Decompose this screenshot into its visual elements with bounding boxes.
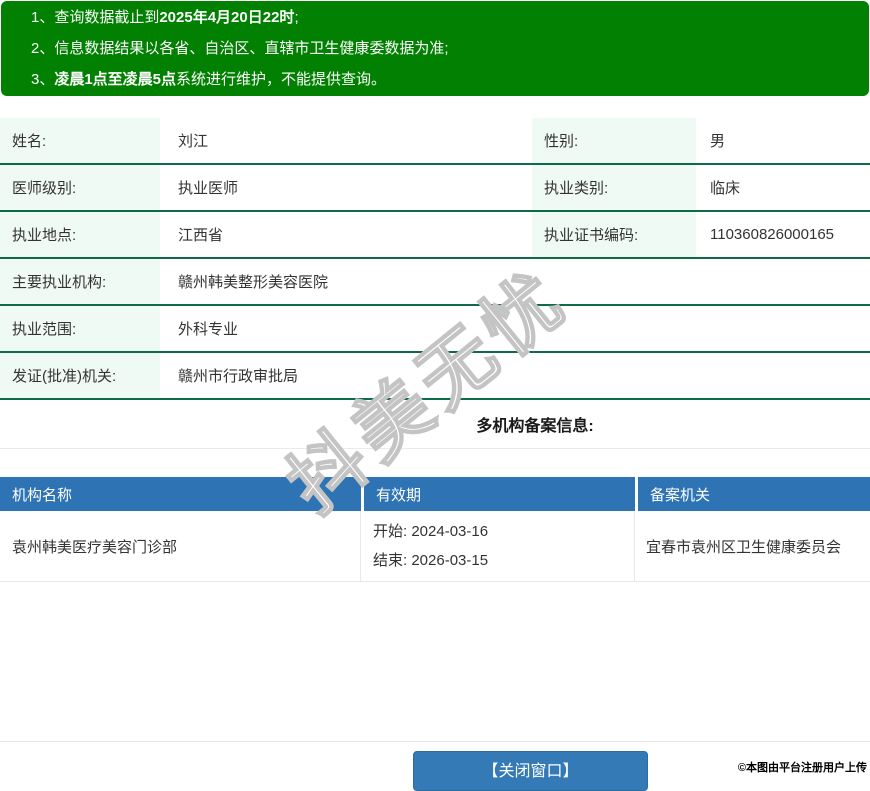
filing-header-org-name: 机构名称 [0, 477, 361, 511]
field-label-doctor-level: 医师级别: [0, 165, 160, 210]
notice-1-bold: 2025年4月20日22时 [159, 9, 295, 26]
notice-3-bold: 凌晨1点至凌晨5点 [54, 71, 177, 88]
notice-banner: 1、查询数据截止到2025年4月20日22时; 2、信息数据结果以各省、自治区、… [1, 1, 869, 96]
notice-2-text: 2、信息数据结果以各省、自治区、直辖市卫生健康委数据为准; [31, 40, 449, 57]
filing-table: 机构名称 有效期 备案机关 袁州韩美医疗美容门诊部 开始: 2024-03-16… [0, 477, 870, 582]
field-label-name: 姓名: [0, 118, 160, 163]
filing-period-start: 开始: 2024-03-16 [373, 523, 489, 540]
field-value-doctor-level: 执业医师 [178, 180, 239, 197]
field-label-gender: 性别: [532, 118, 696, 163]
field-label-license-number: 执业证书编码: [532, 212, 696, 257]
profile-row-practice-scope: 执业范围: 外科专业 [0, 306, 870, 353]
filing-table-row: 袁州韩美医疗美容门诊部 开始: 2024-03-16 结束: 2026-03-1… [0, 511, 870, 582]
practitioner-profile-table: 姓名: 刘江 性别: 男 医师级别: 执业医师 执业类别: 临床 执业地点: 江… [0, 118, 870, 400]
field-label-issuing-authority: 发证(批准)机关: [0, 353, 160, 398]
field-label-practice-category: 执业类别: [532, 165, 696, 210]
filing-authority: 宜春市袁州区卫生健康委员会 [646, 538, 842, 556]
field-label-practice-scope: 执业范围: [0, 306, 160, 351]
notice-line-3: 3、凌晨1点至凌晨5点系统进行维护，不能提供查询。 [31, 64, 859, 95]
field-value-main-institution: 赣州韩美整形美容医院 [178, 274, 329, 291]
profile-row-location-license: 执业地点: 江西省 执业证书编码: 110360826000165 [0, 212, 870, 259]
field-value-name: 刘江 [178, 133, 209, 150]
field-value-practice-scope: 外科专业 [178, 321, 239, 338]
profile-row-name-gender: 姓名: 刘江 性别: 男 [0, 118, 870, 165]
filing-section-title: 多机构备案信息: [0, 400, 870, 449]
notice-1-suffix: ; [294, 9, 299, 26]
profile-row-level-category: 医师级别: 执业医师 执业类别: 临床 [0, 165, 870, 212]
field-label-main-institution: 主要执业机构: [0, 259, 160, 304]
profile-row-issuing-authority: 发证(批准)机关: 赣州市行政审批局 [0, 353, 870, 400]
field-value-gender: 男 [710, 133, 726, 150]
field-value-practice-location: 江西省 [178, 227, 224, 244]
filing-org-name: 袁州韩美医疗美容门诊部 [0, 511, 361, 581]
close-window-button[interactable]: 【关闭窗口】 [413, 751, 648, 791]
copyright-note: ©本图由平台注册用户上传 [737, 762, 867, 774]
field-label-practice-location: 执业地点: [0, 212, 160, 257]
field-value-license-number: 110360826000165 [710, 226, 835, 243]
notice-line-1: 1、查询数据截止到2025年4月20日22时; [31, 2, 859, 33]
field-value-issuing-authority: 赣州市行政审批局 [178, 368, 299, 385]
profile-row-main-institution: 主要执业机构: 赣州韩美整形美容医院 [0, 259, 870, 306]
notice-3-text: 3、 [31, 71, 55, 88]
bottom-divider [0, 741, 870, 742]
filing-table-header: 机构名称 有效期 备案机关 [0, 477, 870, 511]
filing-validity-period: 开始: 2024-03-16 结束: 2026-03-15 [361, 511, 635, 581]
filing-header-authority: 备案机关 [638, 477, 870, 511]
filing-period-end: 结束: 2026-03-15 [373, 552, 489, 569]
field-value-practice-category: 临床 [710, 180, 741, 197]
filing-header-validity: 有效期 [364, 477, 635, 511]
notice-1-text: 1、查询数据截止到 [31, 9, 160, 26]
notice-3-suffix: 系统进行维护，不能提供查询。 [176, 71, 387, 88]
notice-line-2: 2、信息数据结果以各省、自治区、直辖市卫生健康委数据为准; [31, 33, 859, 64]
